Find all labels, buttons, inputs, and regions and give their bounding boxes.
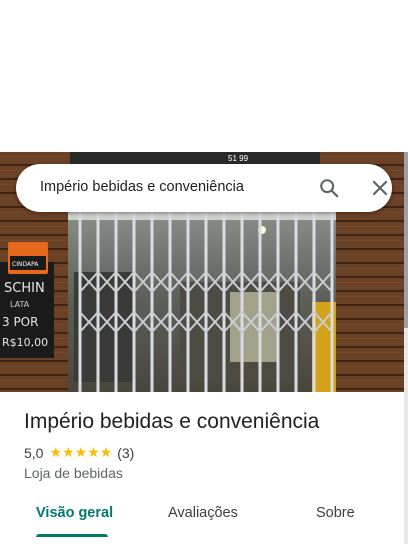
rating-value: 5,0 [24,444,44,461]
tab-about[interactable]: Sobre [316,505,355,521]
star-icon: ★★★★★ [49,444,113,460]
review-count[interactable]: (3) [117,445,134,461]
search-bar[interactable]: Império bebidas e conveniência [16,164,392,212]
tab-active-indicator [36,534,108,537]
sign-line-1: SCHIN [4,281,45,296]
search-icon[interactable] [318,177,340,199]
place-category[interactable]: Loja de bebidas [24,465,123,481]
place-title: Império bebidas e conveniência [24,410,320,433]
scrollbar-thumb[interactable] [404,152,408,328]
tab-overview[interactable]: Visão geral [36,505,113,521]
banner-text: 51 99 [228,154,249,163]
sign-line-2: LATA [10,300,30,309]
tab-reviews[interactable]: Avaliações [168,505,238,521]
rating-row[interactable]: 5,0 ★★★★★ (3) [24,444,134,461]
sign-line-3: 3 POR [2,315,38,329]
close-icon[interactable] [370,178,390,198]
sign-line-4: R$10,00 [2,336,48,349]
scrollbar[interactable] [404,152,408,544]
badge-text: CINDAPA [12,261,39,268]
search-input[interactable]: Império bebidas e conveniência [40,179,244,195]
tab-bar: Visão geral Avaliações Sobre [0,496,404,544]
